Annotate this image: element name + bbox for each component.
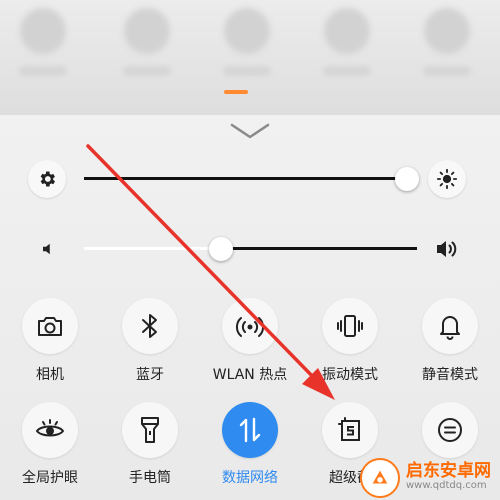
blurred-label (423, 66, 471, 76)
blurred-label (123, 66, 171, 76)
silent-toggle[interactable] (422, 298, 478, 354)
watermark-url: www.qdtdq.com (406, 480, 487, 492)
brightness-max-button[interactable] (428, 160, 466, 198)
speaker-high-icon (437, 241, 457, 257)
bluetooth-icon (142, 314, 157, 338)
eye-care-toggle[interactable] (22, 402, 78, 458)
brightness-auto-button[interactable] (28, 160, 66, 198)
hotspot-icon (235, 317, 265, 337)
wlan-hotspot-toggle[interactable] (222, 298, 278, 354)
super-screenshot-toggle[interactable] (322, 402, 378, 458)
blurred-label (223, 66, 271, 76)
watermark-logo-icon (360, 457, 400, 498)
speaker-low-icon (43, 243, 50, 255)
bluetooth-label: 蓝牙 (136, 367, 164, 383)
camera-toggle[interactable] (22, 298, 78, 354)
volume-slider-handle[interactable] (209, 237, 233, 261)
blurred-label (19, 66, 67, 76)
mobile-data-label: 数据网络 (222, 470, 278, 486)
blurred-label (323, 66, 371, 76)
bluetooth-toggle[interactable] (122, 298, 178, 354)
flashlight-toggle[interactable] (122, 402, 178, 458)
volume-slider-track[interactable] (221, 247, 417, 250)
flashlight-icon (141, 417, 159, 443)
silent-label: 静音模式 (422, 367, 478, 383)
chevron-down-icon[interactable] (230, 122, 270, 140)
watermark-title: 启东安卓网 (406, 461, 491, 482)
eye-icon (35, 419, 65, 437)
brightness-slider-fill[interactable] (84, 177, 407, 180)
vibrate-toggle[interactable] (322, 298, 378, 354)
camera-label: 相机 (36, 367, 64, 383)
blurred-notification-area (0, 0, 500, 115)
screenshot-icon (338, 417, 360, 441)
data-arrows-icon (239, 417, 261, 443)
blurred-icon (424, 8, 470, 54)
bell-icon (440, 316, 460, 340)
page-indicator (224, 90, 248, 94)
flashlight-label: 手电筒 (129, 470, 171, 486)
brightness-slider-handle[interactable] (395, 167, 419, 191)
blurred-icon (324, 8, 370, 54)
camera-icon (38, 317, 62, 336)
sun-icon (436, 168, 458, 190)
blurred-icon (224, 8, 270, 54)
gear-icon (40, 171, 55, 187)
vibrate-label: 振动模式 (322, 367, 378, 383)
menu-circle-icon (438, 418, 462, 442)
volume-slider-fill[interactable] (84, 247, 221, 250)
blurred-icon (20, 8, 66, 54)
eye-care-label: 全局护眼 (22, 470, 78, 486)
vibrate-icon (337, 315, 363, 337)
watermark: 启东安卓网 www.qdtdq.com (360, 455, 500, 500)
more-toggle[interactable] (422, 402, 478, 458)
wlan-hotspot-label: WLAN 热点 (212, 367, 288, 383)
blurred-icon (124, 8, 170, 54)
mobile-data-toggle[interactable] (222, 402, 278, 458)
